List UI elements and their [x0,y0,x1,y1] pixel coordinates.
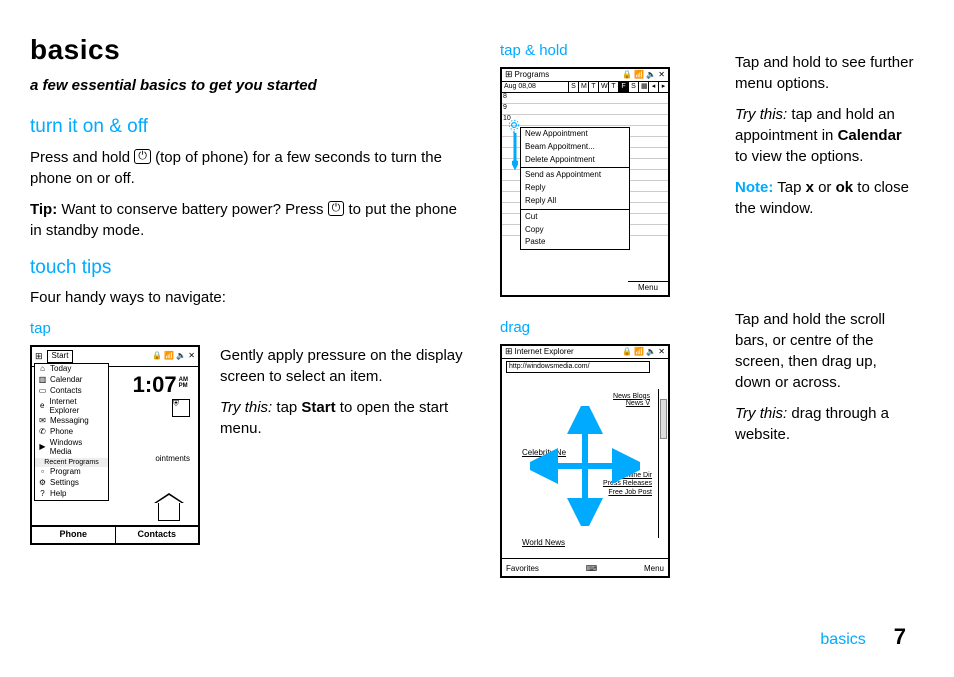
program-icon: ▫ [38,468,47,477]
volume-icon: 🔈 [646,71,656,80]
close-icon[interactable]: ✕ [658,348,665,357]
volume-icon: 🔈 [646,348,656,357]
windows-flag-icon: ⊞ [505,70,513,80]
softkey-favorites[interactable]: Favorites [506,565,539,574]
softkey-phone[interactable]: Phone [32,527,116,543]
heading-drag: drag [500,317,710,338]
taphold-description: Tap and hold to see further menu options… [735,52,914,94]
ie-icon: e [38,402,46,411]
windows-flag-icon: ⊞ [505,347,513,357]
power-icon: ⏻ [328,201,345,216]
mail-icon: ✉ [38,417,47,426]
heading-touch-tips: touch tips [30,255,470,282]
clock-time: 1:07 AMPM [133,373,188,397]
settings-icon: ⚙ [38,479,47,488]
taphold-try: Try this: tap and hold an appointment in… [735,104,914,167]
heading-tap-hold: tap & hold [500,40,710,61]
home-icon: ⌂ [38,365,47,374]
contacts-icon: ▭ [38,387,47,396]
windows-flag-icon: ⊞ [35,352,43,362]
softkey-contacts[interactable]: Contacts [116,527,199,543]
heading-turn-on: turn it on & off [30,114,470,141]
help-icon: ? [38,490,47,499]
turn-on-text: Press and hold ⏻ (top of phone) for a fe… [30,147,470,189]
tip-text: Tip: Want to conserve battery power? Pre… [30,199,470,241]
keyboard-icon[interactable]: ⌨ [539,565,644,574]
softkey-menu[interactable]: Menu [628,281,668,295]
figure-tap-hold: ⊞ Programs 🔒 📶 🔈 ✕ Aug 08,08 S M T W T F [500,67,670,297]
tap-try: Try this: tap Start to open the start me… [220,397,470,439]
tap-description: Gently apply pressure on the display scr… [220,345,470,387]
right-arrow-icon[interactable]: ▸ [658,82,668,92]
lock-icon: 🔒 [152,352,162,361]
drag-arrows-icon [530,406,640,526]
media-icon: ▶ [38,443,47,452]
figure-drag: ⊞ Internet Explorer 🔒 📶 🔈 ✕ http://windo… [500,344,670,578]
softkey-menu[interactable]: Menu [644,565,664,574]
url-bar[interactable]: http://windowsmedia.com/ [506,361,650,373]
signal-icon: 📶 [164,352,174,361]
close-icon[interactable]: ✕ [188,352,195,361]
start-button[interactable]: Start [47,350,74,363]
drag-try: Try this: drag through a website. [735,403,914,445]
down-arrow-icon [512,133,518,173]
page-title: basics [30,30,470,69]
signal-icon: 📶 [634,71,644,80]
volume-icon: 🔈 [176,352,186,361]
page-footer: basics 7 [820,622,906,653]
lock-icon: 🔒 [622,348,632,357]
lock-icon: 🔒 [622,71,632,80]
tap-gesture-icon [506,117,522,133]
calendar-icon: ▥ [38,376,47,385]
touch-tips-intro: Four handy ways to navigate: [30,287,470,308]
house-icon [158,503,180,521]
icon-placeholder: ⛨ [172,399,190,417]
page-subtitle: a few essential basics to get you starte… [30,75,470,96]
close-icon[interactable]: ✕ [658,71,665,80]
scrollbar-vertical[interactable] [658,389,668,538]
taphold-note: Note: Tap x or ok to close the window. [735,177,914,219]
signal-icon: 📶 [634,348,644,357]
start-menu[interactable]: ⌂Today ▥Calendar ▭Contacts eInternet Exp… [34,363,109,500]
calendar-icon: ▦ [638,82,648,92]
phone-icon: ✆ [38,428,47,437]
figure-tap: ⊞ Start 🔒 📶 🔈 ✕ 1:07 AMPM ⌂Today ▥Calend… [30,345,200,545]
power-icon: ⏻ [134,149,151,164]
appointments-label: ointments [155,455,190,464]
left-arrow-icon[interactable]: ◂ [648,82,658,92]
context-menu[interactable]: New Appointment Beam Appoitment... Delet… [520,127,630,250]
drag-description: Tap and hold the scroll bars, or centre … [735,309,914,393]
heading-tap: tap [30,318,470,339]
